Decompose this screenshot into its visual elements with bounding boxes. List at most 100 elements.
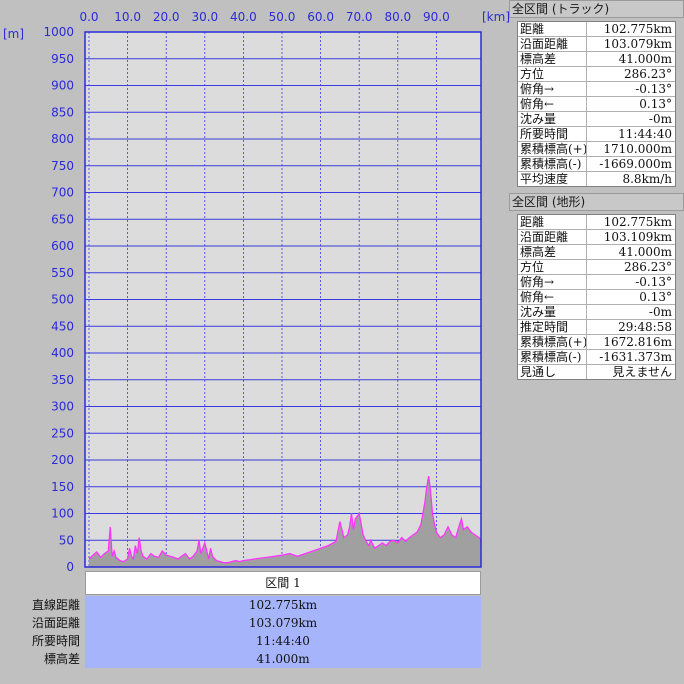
y-tick-label: 650	[51, 212, 74, 226]
segment-value: 102.775km	[248, 598, 318, 612]
stat-value: 102.775km	[603, 215, 672, 229]
y-tick-label: 0	[66, 560, 74, 574]
segment-labels: 直線距離沿面距離所要時間標高差	[0, 596, 80, 668]
stat-key: 標高差	[518, 245, 587, 259]
x-tick-label: 70.0	[346, 10, 373, 24]
stat-key: 沈み量	[518, 112, 587, 126]
stat-row: 累積標高(-) -1669.000m	[518, 157, 675, 172]
stat-row: 累積標高(-) -1631.373m	[518, 350, 675, 365]
y-unit-label: [m]	[3, 27, 24, 41]
segment-label: 標高差	[43, 652, 80, 666]
y-tick-label: 100	[51, 507, 74, 521]
stat-value: 41.000m	[618, 52, 672, 66]
stat-key: 沈み量	[518, 305, 587, 319]
stat-key: 沿面距離	[518, 37, 587, 51]
y-tick-label: 900	[51, 79, 74, 93]
stat-row: 沈み量 -0m	[518, 112, 675, 127]
x-tick-label: 80.0	[384, 10, 411, 24]
stat-row: 俯角← 0.13°	[518, 97, 675, 112]
segment-label: 直線距離	[31, 598, 80, 612]
segment-value: 103.079km	[248, 616, 318, 630]
stat-key: 標高差	[518, 52, 587, 66]
stat-value: 1672.816m	[603, 335, 672, 349]
stat-value: -0.13°	[635, 82, 672, 96]
y-tick-label: 200	[51, 453, 74, 467]
y-tick-label: 300	[51, 400, 74, 414]
y-tick-label: 350	[51, 373, 74, 387]
stat-row: 方位 286.23°	[518, 67, 675, 82]
stat-key: 俯角→	[518, 82, 587, 96]
stat-row: 俯角→ -0.13°	[518, 82, 675, 97]
terrain-stats-title: 全区間 (地形)	[509, 193, 684, 211]
stat-value: 286.23°	[624, 260, 672, 274]
stat-key: 沿面距離	[518, 230, 587, 244]
segment-label: 沿面距離	[31, 616, 80, 630]
stat-row: 累積標高(+) 1672.816m	[518, 335, 675, 350]
stat-key: 所要時間	[518, 127, 587, 141]
stat-key: 累積標高(-)	[518, 350, 587, 364]
y-tick-label: 250	[51, 426, 74, 440]
y-tick-label: 500	[51, 293, 74, 307]
y-tick-label: 550	[51, 266, 74, 280]
x-tick-label: 90.0	[423, 10, 450, 24]
y-tick-label: 50	[59, 533, 74, 547]
stat-row: 方位 286.23°	[518, 260, 675, 275]
y-tick-label: 600	[51, 239, 74, 253]
stat-value: -1669.000m	[599, 157, 672, 171]
segment-label: 所要時間	[31, 634, 80, 648]
stat-value: 0.13°	[639, 290, 672, 304]
track-stats-title: 全区間 (トラック)	[509, 0, 684, 18]
stat-key: 平均速度	[518, 172, 587, 186]
x-tick-label: 10.0	[114, 10, 141, 24]
terrain-stats-panel: 全区間 (地形) 距離 102.775km 沿面距離 103.109km 標高差 41.0…	[509, 193, 684, 380]
stat-row: 推定時間 29:48:58	[518, 320, 675, 335]
stat-value: 29:48:58	[618, 320, 672, 334]
track-stats-table: 距離 102.775km 沿面距離 103.079km 標高差 41.000m 方位 286.…	[517, 21, 676, 187]
segment-value: 41.000m	[256, 652, 310, 666]
y-tick-label: 800	[51, 132, 74, 146]
stat-row: 距離 102.775km	[518, 22, 675, 37]
stat-key: 俯角←	[518, 290, 587, 304]
stat-row: 累積標高(+) 1710.000m	[518, 142, 675, 157]
stat-value: 103.109km	[603, 230, 672, 244]
y-tick-label: 1000	[43, 25, 74, 39]
stat-key: 方位	[518, 67, 587, 81]
stat-key: 累積標高(-)	[518, 157, 587, 171]
x-tick-label: 40.0	[230, 10, 257, 24]
stat-key: 推定時間	[518, 320, 587, 334]
stat-value: -0m	[648, 112, 672, 126]
stat-value: 11:44:40	[618, 127, 672, 141]
stat-row: 標高差 41.000m	[518, 245, 675, 260]
stat-value: 286.23°	[624, 67, 672, 81]
stat-row: 標高差 41.000m	[518, 52, 675, 67]
stat-value: 1710.000m	[603, 142, 672, 156]
stat-row: 距離 102.775km	[518, 215, 675, 230]
y-tick-label: 750	[51, 159, 74, 173]
x-tick-label: 30.0	[191, 10, 218, 24]
stat-row: 沿面距離 103.079km	[518, 37, 675, 52]
stat-value: 0.13°	[639, 97, 672, 111]
stat-value: -0m	[648, 305, 672, 319]
stat-row: 見通し 見えません	[518, 365, 675, 379]
y-tick-label: 450	[51, 319, 74, 333]
x-tick-label: 20.0	[153, 10, 180, 24]
y-tick-label: 400	[51, 346, 74, 360]
stat-key: 累積標高(+)	[520, 142, 587, 156]
y-tick-label: 950	[51, 52, 74, 66]
track-stats-panel: 全区間 (トラック) 距離 102.775km 沿面距離 103.079km 標高差 41…	[509, 0, 684, 187]
terrain-stats-table: 距離 102.775km 沿面距離 103.109km 標高差 41.000m 方位 286.…	[517, 214, 676, 380]
segment-values: 102.775km 103.079km 11:44:40 41.000m	[85, 596, 481, 668]
stat-key: 方位	[518, 260, 587, 274]
stat-row: 平均速度 8.8km/h	[518, 172, 675, 186]
segment-header[interactable]: 区間 1	[85, 571, 481, 595]
stat-key: 距離	[518, 215, 587, 229]
x-tick-label: 0.0	[79, 10, 98, 24]
stat-key: 俯角←	[518, 97, 587, 111]
stat-key: 距離	[518, 22, 587, 36]
stat-value: 103.079km	[603, 37, 672, 51]
x-tick-label: 60.0	[307, 10, 334, 24]
stat-value: -0.13°	[635, 275, 672, 289]
stat-row: 沈み量 -0m	[518, 305, 675, 320]
x-tick-label: 50.0	[269, 10, 296, 24]
stat-value: 見えません	[612, 365, 672, 379]
